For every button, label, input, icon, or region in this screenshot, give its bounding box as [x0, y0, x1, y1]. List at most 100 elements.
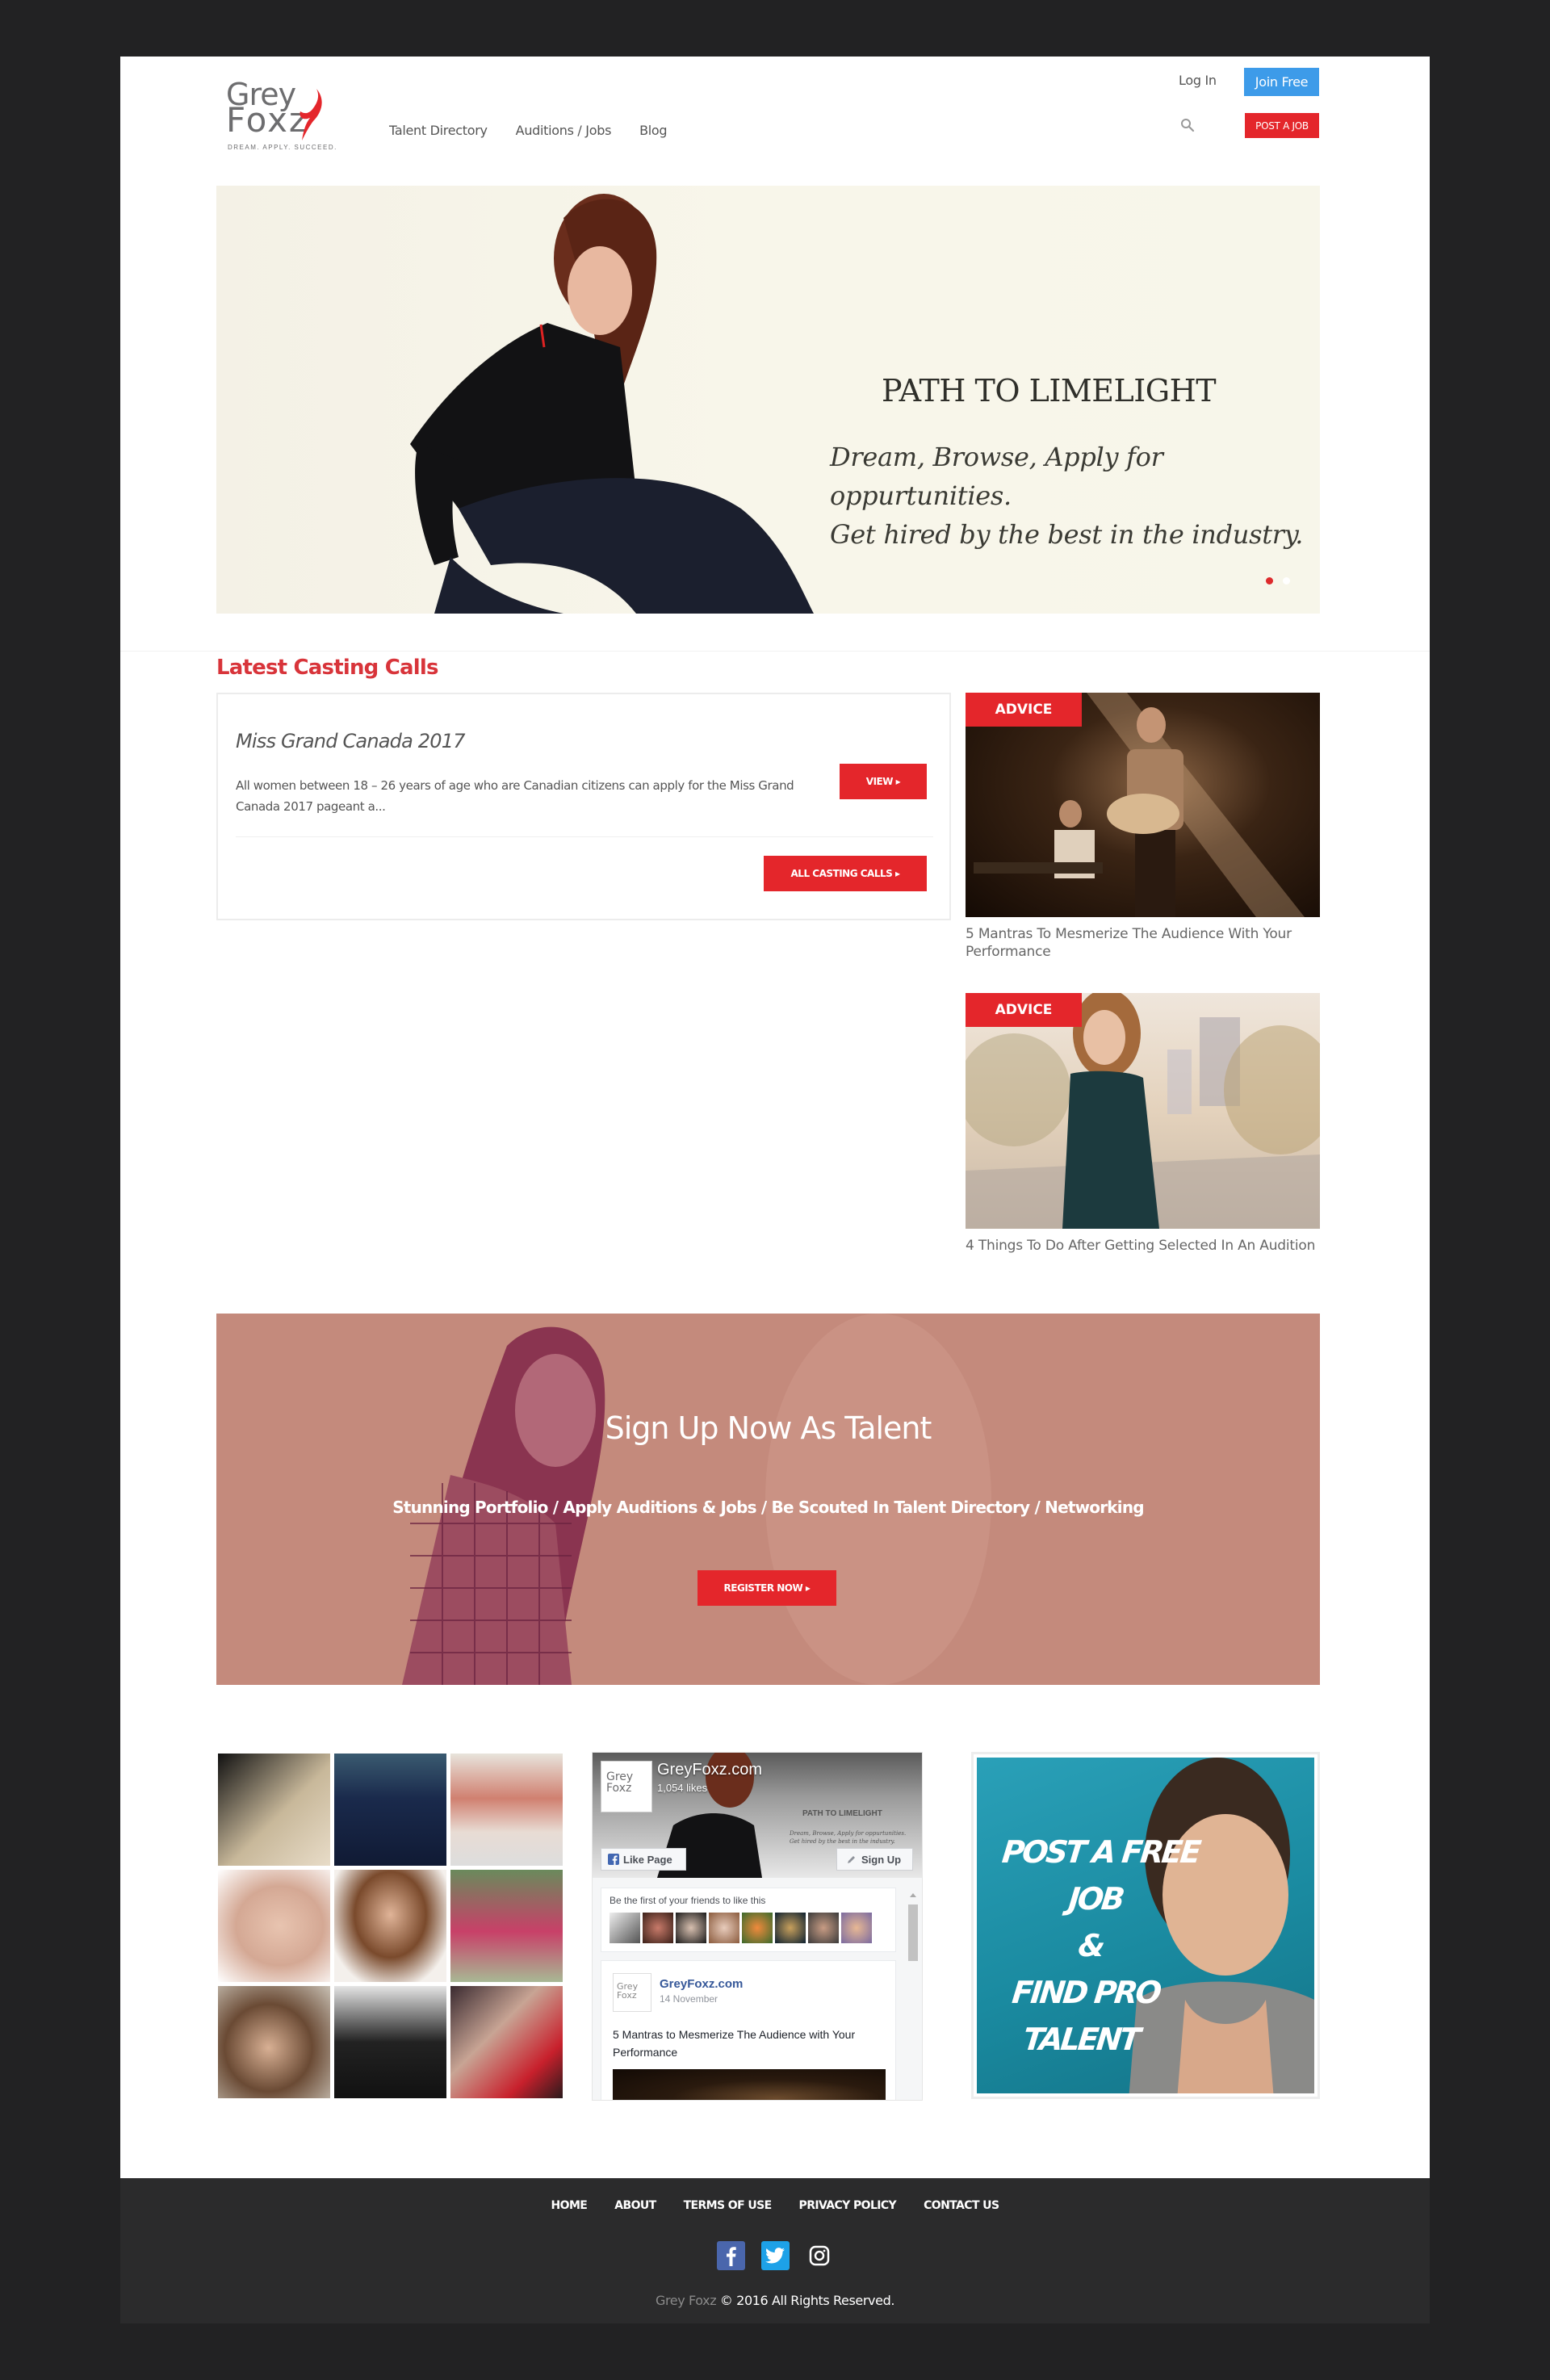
- search-icon[interactable]: [1180, 118, 1195, 132]
- facebook-icon[interactable]: [716, 2241, 745, 2270]
- post-free-job-promo[interactable]: POST A FREE JOB & FIND PRO TALENT: [971, 1752, 1320, 2099]
- talent-thumbnail[interactable]: [334, 1986, 446, 2098]
- facebook-cover-line2: Get hired by the best in the industry.: [790, 1838, 895, 1845]
- advice-image-woman[interactable]: ADVICE: [966, 993, 1320, 1229]
- hero-slider: PATH TO LIMELIGHT Dream, Browse, Apply f…: [216, 186, 1320, 614]
- social-links: [120, 2241, 1430, 2270]
- logo-line2: Foxz: [226, 100, 308, 140]
- promo-image: POST A FREE JOB & FIND PRO TALENT: [977, 1758, 1314, 2093]
- section-divider: [120, 651, 1430, 652]
- facebook-post-author[interactable]: GreyFoxz.com: [660, 1977, 743, 1991]
- facebook-like-page-button[interactable]: Like Page: [601, 1848, 686, 1871]
- advice-card[interactable]: ADVICE 4 Things To Do After Getting Sele…: [966, 993, 1320, 1255]
- join-free-button[interactable]: Join Free: [1244, 68, 1319, 96]
- facebook-like-label: Like Page: [623, 1853, 672, 1866]
- facebook-friends-text: Be the first of your friends to like thi…: [610, 1895, 766, 1906]
- advice-badge: ADVICE: [966, 993, 1082, 1027]
- casting-description: All women between 18 – 26 years of age w…: [236, 778, 794, 814]
- footer-link-home[interactable]: HOME: [551, 2199, 588, 2212]
- advice-badge: ADVICE: [966, 693, 1082, 727]
- talent-thumbnail[interactable]: [334, 1870, 446, 1982]
- facebook-cover-line1: Dream, Browse, Apply for oppurtunities.: [790, 1830, 907, 1837]
- facebook-cover[interactable]: Grey Foxz GreyFoxz.com 1,054 likes PATH T…: [593, 1753, 922, 1878]
- facebook-page-picture[interactable]: Grey Foxz: [601, 1761, 652, 1812]
- nav-blog[interactable]: Blog: [639, 123, 667, 138]
- nav-talent-directory[interactable]: Talent Directory: [389, 123, 488, 138]
- slider-dot-2[interactable]: [1283, 577, 1290, 585]
- promo-text: POST A FREE JOB & FIND PRO TALENT: [978, 1829, 1204, 2063]
- friend-avatar[interactable]: [742, 1913, 773, 1943]
- facebook-post-text: 5 Mantras to Mesmerize The Audience with…: [613, 2028, 856, 2059]
- all-casting-calls-button[interactable]: ALL CASTING CALLS ▸: [764, 856, 927, 891]
- promo-line1: POST A FREE JOB: [1000, 1834, 1201, 1917]
- footer-nav: HOME ABOUT TERMS OF USE PRIVACY POLICY C…: [120, 2199, 1430, 2212]
- scrollbar-thumb[interactable]: [908, 1904, 918, 1961]
- signup-title: Sign Up Now As Talent: [605, 1410, 932, 1446]
- facebook-page-name[interactable]: GreyFoxz.com: [657, 1761, 762, 1779]
- facebook-likes-count: 1,054 likes: [657, 1782, 708, 1794]
- casting-title[interactable]: Miss Grand Canada 2017: [236, 730, 466, 752]
- talent-thumbnail[interactable]: [218, 1870, 330, 1982]
- woman-city-illustration: [966, 993, 1320, 1229]
- footer-link-about[interactable]: ABOUT: [614, 2199, 656, 2212]
- footer-link-privacy[interactable]: PRIVACY POLICY: [799, 2199, 897, 2212]
- facebook-post-date[interactable]: 14 November: [660, 1993, 718, 2005]
- facebook-cover-title: PATH TO LIMELIGHT: [802, 1809, 882, 1818]
- facebook-friend-faces: [610, 1913, 872, 1943]
- facebook-friends-box: Be the first of your friends to like thi…: [601, 1888, 896, 1952]
- facebook-cover-tagline: Dream, Browse, Apply for oppurtunities. …: [790, 1829, 906, 1846]
- scroll-up-arrow-icon[interactable]: [910, 1893, 916, 1897]
- twitter-icon[interactable]: [760, 2241, 790, 2270]
- instagram-icon[interactable]: [806, 2241, 834, 2270]
- friend-avatar[interactable]: [709, 1913, 739, 1943]
- copyright-text: © 2016 All Rights Reserved.: [716, 2293, 895, 2308]
- friend-avatar[interactable]: [676, 1913, 706, 1943]
- register-now-button[interactable]: REGISTER NOW ▸: [698, 1570, 836, 1606]
- logo-tagline: DREAM. APPLY. SUCCEED.: [228, 144, 337, 151]
- facebook-post-avatar[interactable]: Grey Foxz: [613, 1973, 651, 2012]
- view-button[interactable]: VIEW ▸: [840, 764, 927, 799]
- facebook-post: Grey Foxz GreyFoxz.com 14 November 5 Mant…: [601, 1960, 896, 2100]
- friend-avatar[interactable]: [610, 1913, 640, 1943]
- logo[interactable]: Grey Foxz DREAM. APPLY. SUCCEED.: [226, 79, 343, 152]
- talent-thumbnail[interactable]: [218, 1986, 330, 2098]
- casting-section-title: Latest Casting Calls: [216, 656, 438, 680]
- main-nav: Talent Directory Auditions / Jobs Blog: [389, 123, 668, 138]
- talent-thumbnail[interactable]: [450, 1986, 563, 2098]
- friend-avatar[interactable]: [643, 1913, 673, 1943]
- slider-dot-1[interactable]: [1266, 577, 1273, 585]
- hero-tagline: Dream, Browse, Apply for oppurtunities. …: [830, 438, 1320, 554]
- talent-thumbnail[interactable]: [218, 1754, 330, 1866]
- talent-thumbnail[interactable]: [450, 1870, 563, 1982]
- casting-separator: [236, 836, 933, 837]
- talent-thumbnail[interactable]: [450, 1754, 563, 1866]
- footer-link-contact[interactable]: CONTACT US: [924, 2199, 999, 2212]
- advice-title[interactable]: 5 Mantras To Mesmerize The Audience With…: [966, 925, 1320, 961]
- post-job-button[interactable]: POST A JOB: [1245, 113, 1319, 138]
- hero-tagline-line2: Get hired by the best in the industry.: [830, 519, 1304, 550]
- friend-avatar[interactable]: [808, 1913, 839, 1943]
- nav-auditions-jobs[interactable]: Auditions / Jobs: [516, 123, 612, 138]
- footer-link-terms[interactable]: TERMS OF USE: [684, 2199, 773, 2212]
- advice-title[interactable]: 4 Things To Do After Getting Selected In…: [966, 1237, 1320, 1255]
- facebook-scrollbar[interactable]: [907, 1890, 919, 2100]
- hero-model-image: [410, 194, 814, 614]
- login-link[interactable]: Log In: [1179, 73, 1217, 88]
- signup-banner: Sign Up Now As Talent Stunning Portfolio…: [216, 1314, 1320, 1685]
- copyright-brand[interactable]: Grey Foxz: [656, 2293, 717, 2308]
- friend-avatar[interactable]: [775, 1913, 806, 1943]
- hero-tagline-line1: Dream, Browse, Apply for oppurtunities.: [830, 442, 1163, 511]
- facebook-sign-up-button[interactable]: Sign Up: [836, 1848, 913, 1871]
- promo-line2: &: [1076, 1928, 1105, 1963]
- footer: HOME ABOUT TERMS OF USE PRIVACY POLICY C…: [120, 2178, 1430, 2323]
- talent-gallery: [216, 1752, 563, 2099]
- fox-tail-icon: [300, 89, 322, 140]
- friend-avatar[interactable]: [841, 1913, 872, 1943]
- talent-thumbnail[interactable]: [334, 1754, 446, 1866]
- advice-card[interactable]: ADVICE 5 Mantras To Mesmerize The Audien…: [966, 693, 1320, 961]
- facebook-post-image[interactable]: [613, 2069, 886, 2100]
- advice-image-concert[interactable]: ADVICE: [966, 693, 1320, 917]
- signup-subtitle: Stunning Portfolio / Apply Auditions & J…: [392, 1498, 1144, 1517]
- page: Grey Foxz DREAM. APPLY. SUCCEED. Talent …: [120, 57, 1430, 2323]
- copyright: Grey Foxz © 2016 All Rights Reserved.: [120, 2293, 1430, 2308]
